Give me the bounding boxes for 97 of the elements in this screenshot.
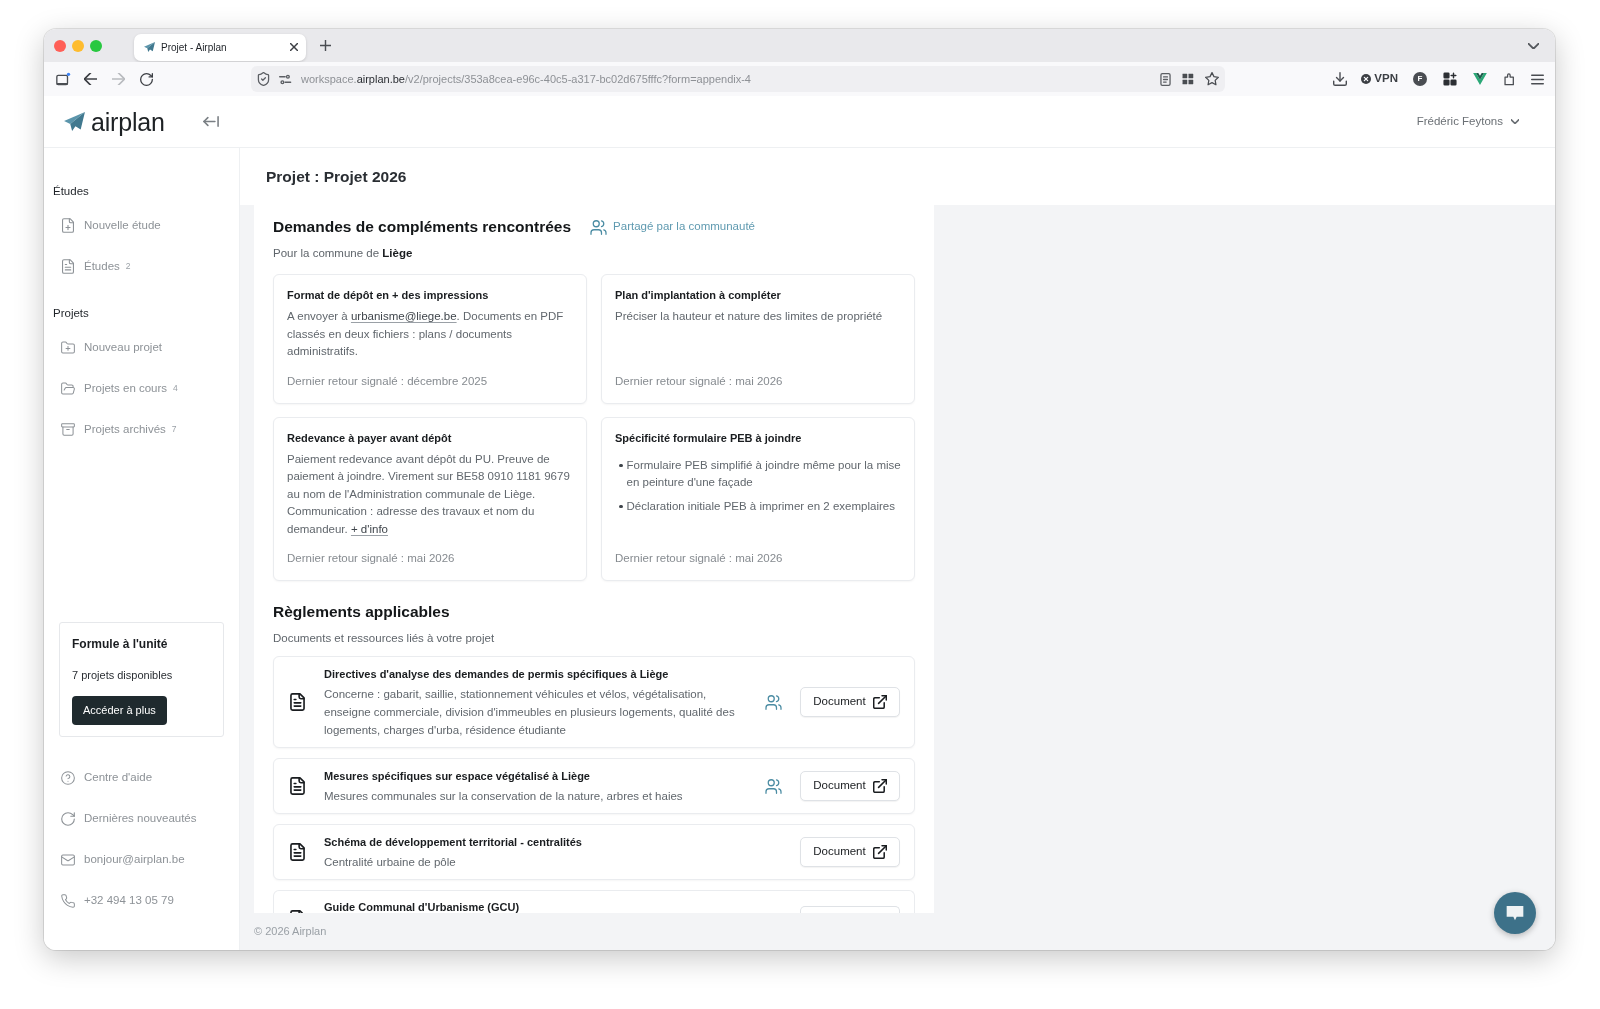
phone-link[interactable]: +32 494 13 05 79 (53, 880, 230, 921)
item-count: 4 (173, 382, 178, 395)
shield-icon[interactable] (257, 72, 270, 86)
refresh-icon (61, 811, 75, 826)
card-text: Paiement redevance avant dépôt du PU. Preuve de paiement à joindre. Virement sur BE58 0910 1181 9679 au nom de l'Administration communale de Liège. Communication : adresse des travaux et nom du demandeur. + d'info (287, 451, 571, 537)
text-link[interactable]: urbanisme@liege.be (350, 310, 457, 322)
users-icon (590, 219, 608, 235)
sidebar-item[interactable]: Nouveau projet (53, 327, 230, 368)
user-menu-button[interactable]: Frédéric Feytons (1416, 112, 1519, 131)
card-title: Spécificité formulaire PEB à joindre (615, 430, 803, 446)
folder-open-icon (61, 381, 75, 396)
page-title: Projet : Projet 2026 (266, 166, 407, 187)
document-button[interactable]: Document (800, 771, 900, 801)
document-button[interactable]: Document (800, 687, 900, 717)
star-icon[interactable] (1205, 72, 1219, 86)
document-icon (290, 910, 305, 913)
item-count: 2 (125, 260, 131, 273)
sidebar-item[interactable]: Nouvelle étude (53, 205, 230, 246)
document-description: Mesures communales sur la conservation de la nature, arbres et haies (324, 789, 684, 804)
section-title: Règlements applicables (273, 602, 451, 622)
mail-icon (61, 852, 75, 867)
external-link-icon (872, 695, 887, 709)
help-link[interactable]: Centre d'aide (53, 757, 230, 798)
url-text: workspace.airplan.be/v2/projects/353a8cea-e96c-40c5-a317-bc02d675fffc?form=appendix-4 (301, 71, 751, 87)
sidebar-heading: Études (53, 184, 90, 199)
menu-icon[interactable] (1531, 73, 1544, 85)
collapse-sidebar-button[interactable] (202, 116, 219, 127)
news-link[interactable]: Dernières nouveautés (53, 798, 230, 839)
sliders-icon[interactable] (279, 73, 292, 85)
paper-plane-logo-icon (64, 112, 85, 131)
close-icon[interactable] (290, 43, 298, 51)
card-footnote: Dernier retour signalé : mai 2026 (615, 373, 784, 389)
bullet-icon (619, 504, 623, 508)
browser-tab[interactable]: Projet - Airplan (134, 33, 306, 61)
community-link[interactable]: Partagé par la communauté (590, 218, 755, 236)
sidebar-item[interactable]: Projets archivés 7 (53, 409, 230, 450)
archive-box-icon (61, 422, 75, 437)
sidebar-icon[interactable] (56, 72, 71, 86)
plus-icon[interactable] (320, 40, 331, 51)
card-footnote: Dernier retour signalé : décembre 2025 (287, 373, 489, 389)
folder-plus-icon (61, 340, 75, 355)
vpn-button[interactable]: VPN (1361, 70, 1398, 88)
document-title: Mesures spécifiques sur espace végétalisé à Liège (324, 769, 591, 784)
plan-text: 7 projets disponibles (72, 668, 174, 683)
logo-text: airplan (91, 106, 165, 137)
arrow-left-bar-icon (202, 116, 219, 127)
card-footnote: Dernier retour signalé : mai 2026 (615, 551, 784, 566)
external-link-icon (872, 845, 887, 859)
reader-icon[interactable] (1160, 72, 1171, 86)
bullet-icon (619, 463, 623, 467)
account-button[interactable]: F (1413, 72, 1427, 86)
text-link[interactable]: + d'info (350, 522, 388, 535)
chevron-down-icon[interactable] (1528, 42, 1539, 49)
file-text-icon (290, 777, 305, 795)
phone-icon (61, 893, 75, 908)
card-footnote: Dernier retour signalé : mai 2026 (287, 551, 456, 566)
document-title: Schéma de développement territorial - centralités (324, 835, 583, 850)
sidebar-item[interactable]: Études 2 (53, 246, 230, 287)
paper-plane-icon (144, 42, 155, 52)
bullet-text: Déclaration initiale PEB à imprimer en 2 exemplaires (626, 498, 895, 514)
grid-icon[interactable] (1182, 73, 1194, 85)
card-text: A envoyer à urbanisme@liege.be. Documents en PDF classés en deux fichiers : plans / documents administratifs. (287, 309, 565, 359)
x-circle-icon (1361, 74, 1372, 84)
speech-bubble-icon (1505, 904, 1525, 922)
document-description: Centralité urbaine de pôle (324, 855, 457, 870)
v-logo-icon[interactable] (1473, 73, 1487, 85)
section-subtitle: Documents et ressources liés à votre projet (273, 631, 496, 646)
reload-icon[interactable] (140, 72, 153, 86)
download-icon[interactable] (1333, 72, 1348, 86)
card-title: Redevance à payer avant dépôt (287, 430, 453, 446)
card-text: Préciser la hauteur et nature des limites de propriété (615, 309, 884, 324)
sidebar-heading: Projets (53, 306, 90, 321)
document-button[interactable]: Document (800, 837, 900, 867)
card-title: Plan d'implantation à compléter (615, 288, 782, 303)
apps-icon[interactable] (1443, 72, 1457, 86)
document-title: Guide Communal d'Urbanisme (GCU) (324, 901, 521, 913)
bullet-text: Formulaire PEB simplifié à joindre même pour la mise en peinture d'une façade (626, 457, 901, 490)
email-link[interactable]: bonjour@airplan.be (53, 839, 230, 880)
external-link-icon (872, 779, 887, 793)
card-title: Format de dépôt en + des impressions (287, 288, 490, 303)
file-text-icon (290, 843, 305, 861)
file-text-icon (61, 259, 75, 274)
item-count: 7 (171, 423, 177, 436)
section-title: Demandes de compléments rencontrées (273, 217, 572, 237)
sidebar-item[interactable]: Projets en cours 4 (53, 368, 230, 409)
section-subtitle: Pour la commune de Liège (273, 246, 414, 261)
file-plus-icon (61, 218, 75, 233)
extension-icon[interactable] (1503, 72, 1516, 86)
plan-title: Formule à l'unité (72, 636, 169, 653)
chevron-down-icon (1511, 119, 1519, 124)
question-circle-icon (61, 770, 75, 785)
address-bar[interactable]: workspace.airplan.be/v2/projects/353a8cea-e96c-40c5-a317-bc02d675fffc?form=appendix-4 (251, 66, 1225, 92)
copyright-text: © 2026 Airplan (254, 924, 327, 940)
document-title: Directives d'analyse des demandes de permis spécifiques à Liège (324, 667, 670, 682)
document-description: Concerne : gabarit, saillie, stationnement véhicules et vélos, végétalisation, enseigne commerciale, division d'immeubles en plusieurs logements, qualité des logements, charges d'urba, résidence étudiante (324, 687, 736, 738)
file-text-icon (290, 693, 305, 711)
upgrade-button[interactable]: Accéder à plus (72, 696, 167, 725)
